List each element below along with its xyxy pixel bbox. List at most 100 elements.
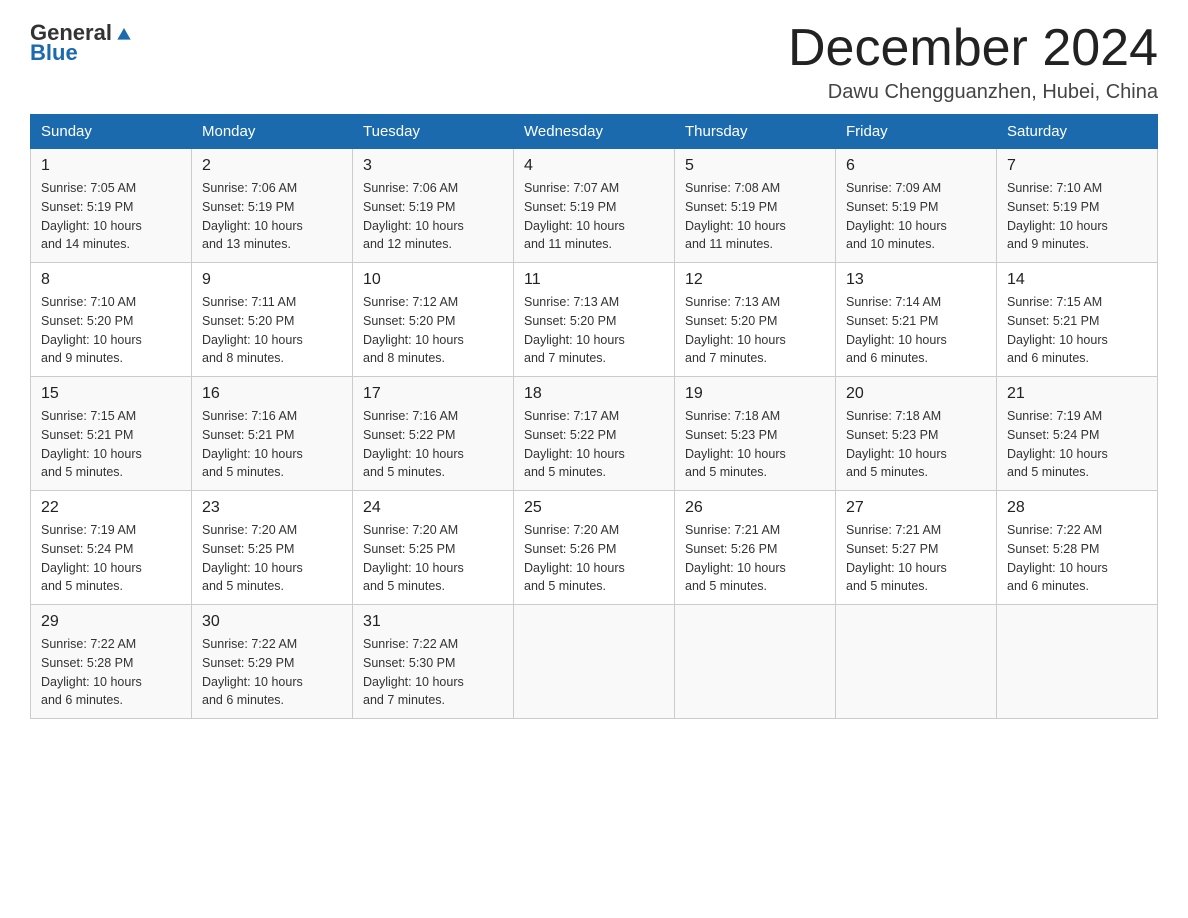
calendar-cell: 13 Sunrise: 7:14 AMSunset: 5:21 PMDaylig… bbox=[836, 263, 997, 377]
day-number: 24 bbox=[363, 499, 503, 517]
day-info: Sunrise: 7:19 AMSunset: 5:24 PMDaylight:… bbox=[41, 521, 181, 596]
day-number: 2 bbox=[202, 157, 342, 175]
day-number: 12 bbox=[685, 271, 825, 289]
day-number: 5 bbox=[685, 157, 825, 175]
page-header: General Blue December 2024 Dawu Chenggua… bbox=[30, 20, 1158, 104]
day-number: 22 bbox=[41, 499, 181, 517]
day-number: 9 bbox=[202, 271, 342, 289]
calendar-cell: 30 Sunrise: 7:22 AMSunset: 5:29 PMDaylig… bbox=[192, 605, 353, 719]
calendar-cell: 8 Sunrise: 7:10 AMSunset: 5:20 PMDayligh… bbox=[31, 263, 192, 377]
day-info: Sunrise: 7:12 AMSunset: 5:20 PMDaylight:… bbox=[363, 293, 503, 368]
day-number: 20 bbox=[846, 385, 986, 403]
logo-blue-text: Blue bbox=[30, 40, 78, 66]
calendar-cell: 6 Sunrise: 7:09 AMSunset: 5:19 PMDayligh… bbox=[836, 149, 997, 263]
day-info: Sunrise: 7:10 AMSunset: 5:20 PMDaylight:… bbox=[41, 293, 181, 368]
day-info: Sunrise: 7:16 AMSunset: 5:22 PMDaylight:… bbox=[363, 407, 503, 482]
day-info: Sunrise: 7:13 AMSunset: 5:20 PMDaylight:… bbox=[685, 293, 825, 368]
day-number: 15 bbox=[41, 385, 181, 403]
day-number: 1 bbox=[41, 157, 181, 175]
calendar-cell: 16 Sunrise: 7:16 AMSunset: 5:21 PMDaylig… bbox=[192, 377, 353, 491]
calendar-week-4: 22 Sunrise: 7:19 AMSunset: 5:24 PMDaylig… bbox=[31, 491, 1158, 605]
calendar-week-3: 15 Sunrise: 7:15 AMSunset: 5:21 PMDaylig… bbox=[31, 377, 1158, 491]
day-number: 26 bbox=[685, 499, 825, 517]
day-number: 28 bbox=[1007, 499, 1147, 517]
day-info: Sunrise: 7:13 AMSunset: 5:20 PMDaylight:… bbox=[524, 293, 664, 368]
calendar-header-row: SundayMondayTuesdayWednesdayThursdayFrid… bbox=[31, 115, 1158, 149]
calendar-cell bbox=[997, 605, 1158, 719]
calendar-cell: 20 Sunrise: 7:18 AMSunset: 5:23 PMDaylig… bbox=[836, 377, 997, 491]
calendar-cell: 18 Sunrise: 7:17 AMSunset: 5:22 PMDaylig… bbox=[514, 377, 675, 491]
day-info: Sunrise: 7:22 AMSunset: 5:30 PMDaylight:… bbox=[363, 635, 503, 710]
calendar-cell: 23 Sunrise: 7:20 AMSunset: 5:25 PMDaylig… bbox=[192, 491, 353, 605]
day-number: 14 bbox=[1007, 271, 1147, 289]
day-info: Sunrise: 7:09 AMSunset: 5:19 PMDaylight:… bbox=[846, 179, 986, 254]
calendar-cell bbox=[836, 605, 997, 719]
day-info: Sunrise: 7:16 AMSunset: 5:21 PMDaylight:… bbox=[202, 407, 342, 482]
day-info: Sunrise: 7:08 AMSunset: 5:19 PMDaylight:… bbox=[685, 179, 825, 254]
calendar-cell: 12 Sunrise: 7:13 AMSunset: 5:20 PMDaylig… bbox=[675, 263, 836, 377]
day-number: 10 bbox=[363, 271, 503, 289]
day-info: Sunrise: 7:20 AMSunset: 5:25 PMDaylight:… bbox=[202, 521, 342, 596]
calendar-cell: 15 Sunrise: 7:15 AMSunset: 5:21 PMDaylig… bbox=[31, 377, 192, 491]
day-number: 8 bbox=[41, 271, 181, 289]
calendar-cell: 9 Sunrise: 7:11 AMSunset: 5:20 PMDayligh… bbox=[192, 263, 353, 377]
calendar-cell: 11 Sunrise: 7:13 AMSunset: 5:20 PMDaylig… bbox=[514, 263, 675, 377]
header-thursday: Thursday bbox=[675, 115, 836, 149]
calendar-cell: 2 Sunrise: 7:06 AMSunset: 5:19 PMDayligh… bbox=[192, 149, 353, 263]
day-info: Sunrise: 7:06 AMSunset: 5:19 PMDaylight:… bbox=[202, 179, 342, 254]
calendar-cell: 19 Sunrise: 7:18 AMSunset: 5:23 PMDaylig… bbox=[675, 377, 836, 491]
day-info: Sunrise: 7:21 AMSunset: 5:26 PMDaylight:… bbox=[685, 521, 825, 596]
day-info: Sunrise: 7:22 AMSunset: 5:29 PMDaylight:… bbox=[202, 635, 342, 710]
calendar-cell: 5 Sunrise: 7:08 AMSunset: 5:19 PMDayligh… bbox=[675, 149, 836, 263]
calendar-cell: 29 Sunrise: 7:22 AMSunset: 5:28 PMDaylig… bbox=[31, 605, 192, 719]
calendar-cell: 17 Sunrise: 7:16 AMSunset: 5:22 PMDaylig… bbox=[353, 377, 514, 491]
title-section: December 2024 Dawu Chengguanzhen, Hubei,… bbox=[788, 20, 1158, 104]
day-number: 27 bbox=[846, 499, 986, 517]
header-friday: Friday bbox=[836, 115, 997, 149]
day-number: 16 bbox=[202, 385, 342, 403]
header-saturday: Saturday bbox=[997, 115, 1158, 149]
calendar-table: SundayMondayTuesdayWednesdayThursdayFrid… bbox=[30, 114, 1158, 719]
calendar-cell bbox=[675, 605, 836, 719]
day-number: 3 bbox=[363, 157, 503, 175]
day-number: 29 bbox=[41, 613, 181, 631]
calendar-cell: 14 Sunrise: 7:15 AMSunset: 5:21 PMDaylig… bbox=[997, 263, 1158, 377]
calendar-cell: 31 Sunrise: 7:22 AMSunset: 5:30 PMDaylig… bbox=[353, 605, 514, 719]
header-monday: Monday bbox=[192, 115, 353, 149]
calendar-cell bbox=[514, 605, 675, 719]
day-info: Sunrise: 7:22 AMSunset: 5:28 PMDaylight:… bbox=[1007, 521, 1147, 596]
calendar-cell: 1 Sunrise: 7:05 AMSunset: 5:19 PMDayligh… bbox=[31, 149, 192, 263]
calendar-cell: 27 Sunrise: 7:21 AMSunset: 5:27 PMDaylig… bbox=[836, 491, 997, 605]
day-info: Sunrise: 7:06 AMSunset: 5:19 PMDaylight:… bbox=[363, 179, 503, 254]
calendar-cell: 10 Sunrise: 7:12 AMSunset: 5:20 PMDaylig… bbox=[353, 263, 514, 377]
month-title: December 2024 bbox=[788, 20, 1158, 77]
calendar-week-2: 8 Sunrise: 7:10 AMSunset: 5:20 PMDayligh… bbox=[31, 263, 1158, 377]
day-number: 11 bbox=[524, 271, 664, 289]
day-info: Sunrise: 7:05 AMSunset: 5:19 PMDaylight:… bbox=[41, 179, 181, 254]
calendar-cell: 3 Sunrise: 7:06 AMSunset: 5:19 PMDayligh… bbox=[353, 149, 514, 263]
day-info: Sunrise: 7:14 AMSunset: 5:21 PMDaylight:… bbox=[846, 293, 986, 368]
day-info: Sunrise: 7:15 AMSunset: 5:21 PMDaylight:… bbox=[1007, 293, 1147, 368]
calendar-cell: 28 Sunrise: 7:22 AMSunset: 5:28 PMDaylig… bbox=[997, 491, 1158, 605]
day-info: Sunrise: 7:10 AMSunset: 5:19 PMDaylight:… bbox=[1007, 179, 1147, 254]
calendar-cell: 25 Sunrise: 7:20 AMSunset: 5:26 PMDaylig… bbox=[514, 491, 675, 605]
header-tuesday: Tuesday bbox=[353, 115, 514, 149]
day-number: 30 bbox=[202, 613, 342, 631]
day-info: Sunrise: 7:20 AMSunset: 5:26 PMDaylight:… bbox=[524, 521, 664, 596]
day-number: 7 bbox=[1007, 157, 1147, 175]
day-info: Sunrise: 7:18 AMSunset: 5:23 PMDaylight:… bbox=[846, 407, 986, 482]
day-info: Sunrise: 7:19 AMSunset: 5:24 PMDaylight:… bbox=[1007, 407, 1147, 482]
calendar-cell: 26 Sunrise: 7:21 AMSunset: 5:26 PMDaylig… bbox=[675, 491, 836, 605]
day-number: 18 bbox=[524, 385, 664, 403]
day-info: Sunrise: 7:18 AMSunset: 5:23 PMDaylight:… bbox=[685, 407, 825, 482]
header-sunday: Sunday bbox=[31, 115, 192, 149]
calendar-week-1: 1 Sunrise: 7:05 AMSunset: 5:19 PMDayligh… bbox=[31, 149, 1158, 263]
calendar-week-5: 29 Sunrise: 7:22 AMSunset: 5:28 PMDaylig… bbox=[31, 605, 1158, 719]
day-number: 23 bbox=[202, 499, 342, 517]
day-info: Sunrise: 7:22 AMSunset: 5:28 PMDaylight:… bbox=[41, 635, 181, 710]
logo: General Blue bbox=[30, 20, 134, 66]
calendar-cell: 7 Sunrise: 7:10 AMSunset: 5:19 PMDayligh… bbox=[997, 149, 1158, 263]
header-wednesday: Wednesday bbox=[514, 115, 675, 149]
day-info: Sunrise: 7:21 AMSunset: 5:27 PMDaylight:… bbox=[846, 521, 986, 596]
logo-triangle-icon bbox=[114, 23, 134, 43]
